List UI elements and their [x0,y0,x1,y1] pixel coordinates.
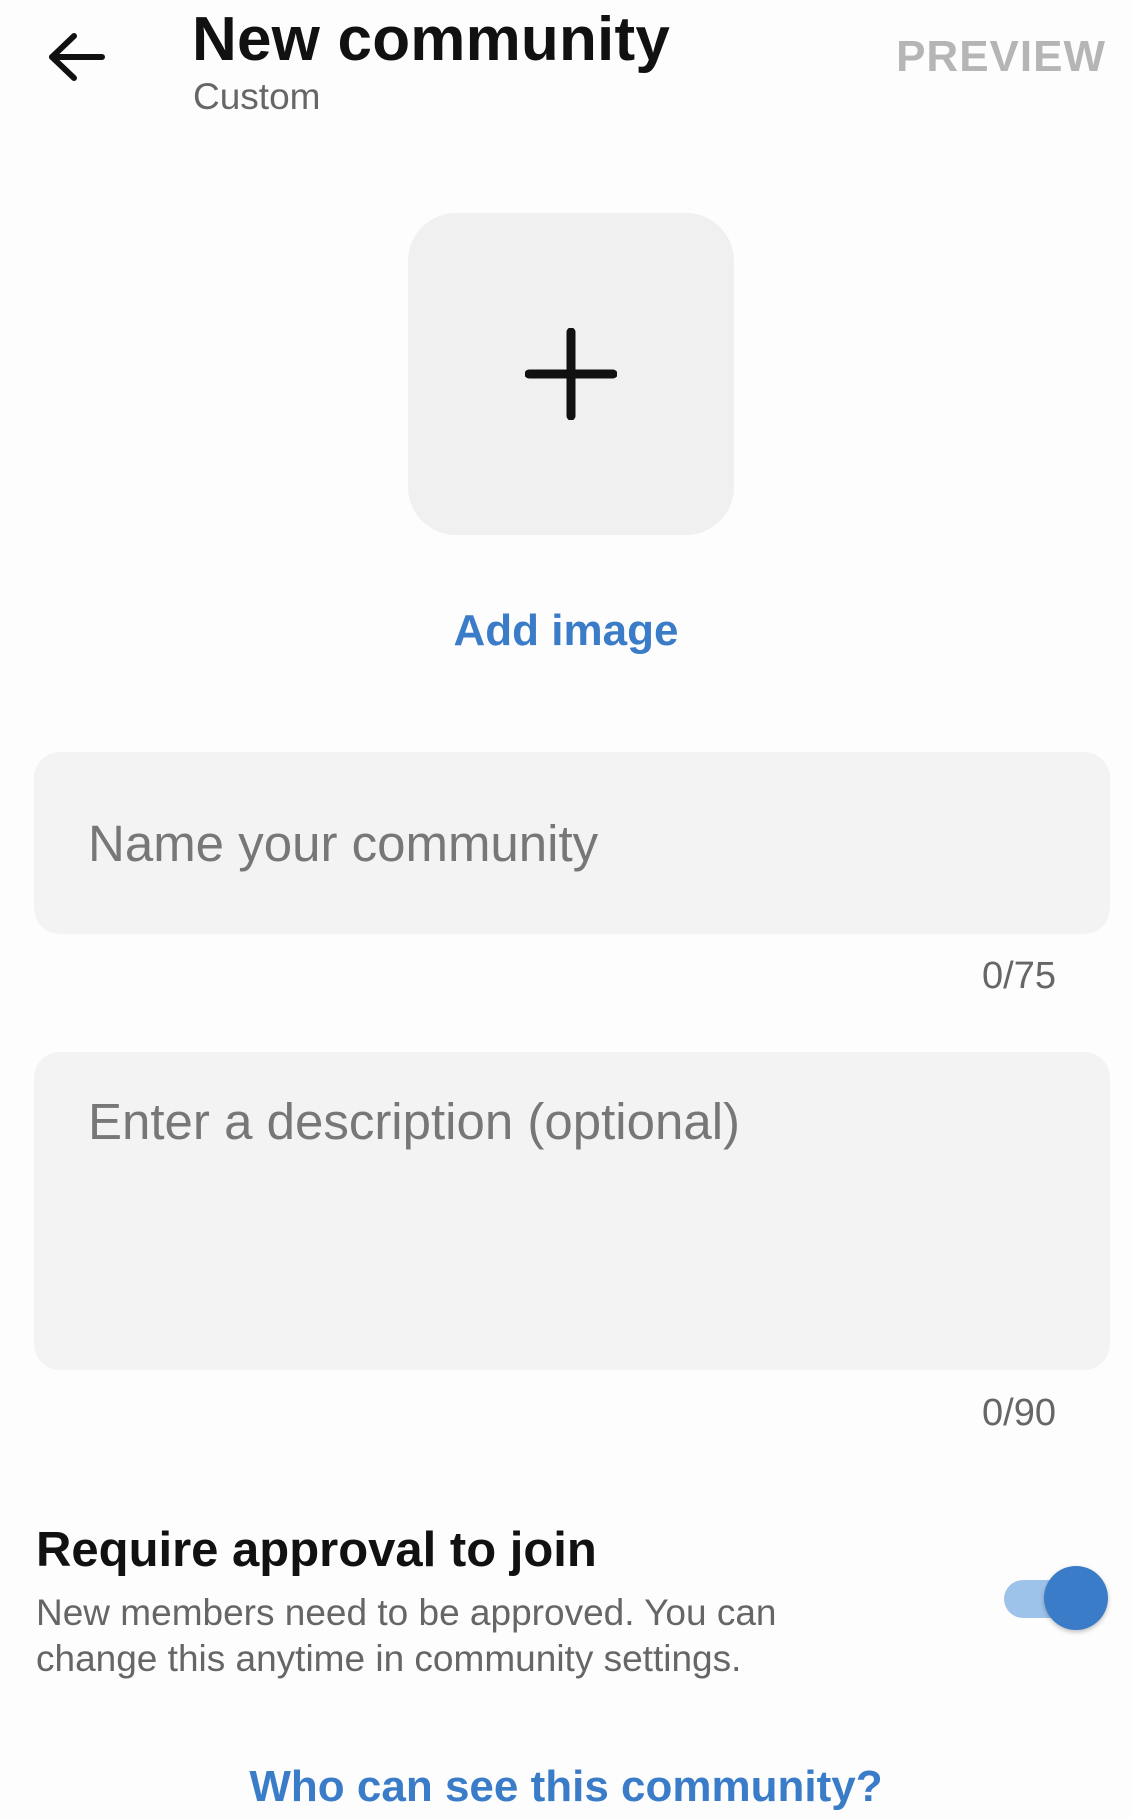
plus-icon [525,328,617,420]
community-description-placeholder: Enter a description (optional) [88,1093,741,1150]
approval-title: Require approval to join [36,1523,597,1577]
add-image-tile[interactable] [408,213,734,535]
preview-button[interactable]: PREVIEW [896,32,1106,82]
page-subtitle: Custom [193,76,321,117]
description-char-counter: 0/90 [982,1392,1056,1434]
community-description-input[interactable]: Enter a description (optional) [34,1052,1110,1370]
add-image-link[interactable]: Add image [0,606,1132,656]
approval-description: New members need to be approved. You can… [36,1592,777,1679]
community-name-input[interactable]: Name your community [34,752,1110,934]
community-name-placeholder: Name your community [88,814,599,872]
new-community-screen: New community Custom PREVIEW Add image N… [0,0,1132,1818]
who-can-see-link[interactable]: Who can see this community? [0,1762,1132,1812]
page-title: New community [192,5,671,74]
arrow-left-icon [49,33,105,81]
back-button[interactable] [36,24,116,90]
require-approval-toggle[interactable] [1004,1566,1108,1630]
name-char-counter: 0/75 [982,955,1056,997]
toggle-knob [1044,1566,1108,1630]
